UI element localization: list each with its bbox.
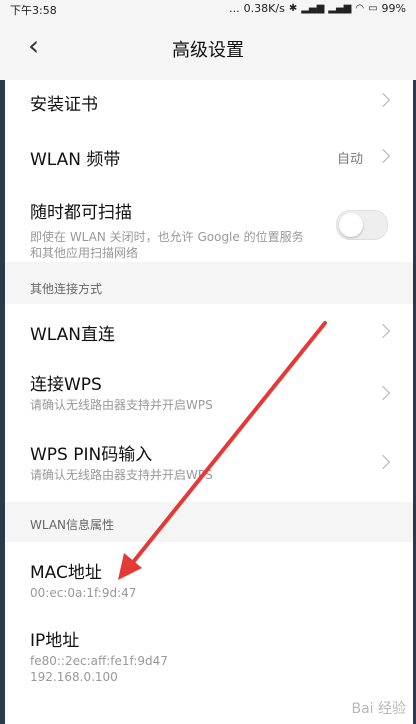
annotation-arrow [118, 321, 327, 580]
arrow-shaft [128, 321, 327, 568]
watermark: Bai 经验 [351, 701, 406, 717]
